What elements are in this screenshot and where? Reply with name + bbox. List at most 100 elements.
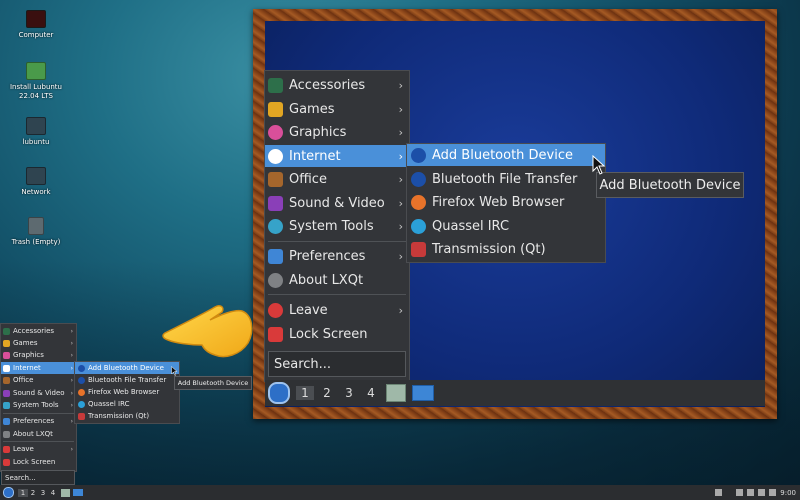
chevron-right-icon: › — [70, 445, 73, 453]
desktop-icon-home[interactable]: lubuntu — [1, 117, 71, 147]
desktop-icon-trash[interactable]: Trash (Empty) — [1, 217, 71, 247]
workspace-2[interactable]: 2 — [28, 489, 38, 497]
internet-submenu-zoomed: Add Bluetooth Device Bluetooth File Tran… — [406, 143, 606, 263]
volume-icon[interactable] — [769, 489, 777, 496]
graphics-icon — [268, 124, 283, 140]
menu-item-system-tools[interactable]: System Tools › — [1, 399, 76, 411]
menu-item-sound-video[interactable]: Sound & Video › — [265, 192, 409, 214]
menu-item-leave[interactable]: Leave › — [265, 299, 409, 321]
info-icon — [268, 272, 283, 288]
desktop-icon-install[interactable]: Install Lubuntu 22.04 LTS — [1, 62, 71, 101]
menu-item-system-tools[interactable]: System Tools › — [265, 215, 409, 237]
menu-item-label: Lock Screen — [289, 326, 368, 342]
submenu-item-label: Quassel IRC — [88, 400, 130, 408]
chevron-right-icon: › — [70, 327, 73, 335]
menu-item-games[interactable]: Games › — [1, 337, 76, 349]
network-icon[interactable] — [758, 489, 766, 496]
notification-icon[interactable] — [736, 489, 744, 496]
home-folder-icon — [26, 117, 46, 135]
file-manager-icon[interactable] — [61, 488, 70, 497]
menu-item-games[interactable]: Games › — [265, 98, 409, 120]
submenu-item-transmission[interactable]: Transmission (Qt) — [75, 410, 179, 422]
menu-item-label: Preferences — [13, 417, 55, 425]
workspace-3[interactable]: 3 — [38, 489, 48, 497]
menu-item-label: Preferences — [289, 248, 366, 264]
graphics-icon — [3, 351, 10, 359]
menu-item-label: Accessories — [289, 77, 366, 93]
menu-item-preferences[interactable]: Preferences › — [1, 415, 76, 427]
internet-icon — [3, 364, 10, 372]
bluetooth-icon — [78, 364, 85, 372]
menu-search-input[interactable]: Search... — [1, 470, 75, 485]
submenu-item-bluetooth-transfer[interactable]: Bluetooth File Transfer — [407, 168, 605, 190]
clock[interactable]: 9:00 — [780, 489, 796, 497]
submenu-item-label: Bluetooth File Transfer — [432, 171, 578, 187]
quassel-icon — [78, 400, 85, 408]
sound-video-icon — [3, 389, 10, 397]
lock-icon — [268, 326, 283, 342]
menu-item-preferences[interactable]: Preferences › — [265, 245, 409, 267]
chevron-right-icon: › — [398, 78, 403, 92]
menu-item-internet[interactable]: Internet › — [1, 362, 76, 374]
submenu-item-bluetooth-transfer[interactable]: Bluetooth File Transfer — [75, 374, 179, 386]
search-placeholder: Search... — [274, 356, 332, 372]
workspace-1[interactable]: 1 — [18, 488, 28, 497]
menu-item-label: Leave — [289, 302, 328, 318]
menu-separator — [3, 441, 74, 442]
start-menu-icon[interactable] — [268, 382, 290, 404]
clipboard-icon[interactable] — [747, 489, 755, 496]
monitor-icon — [26, 10, 46, 28]
menu-item-accessories[interactable]: Accessories › — [265, 74, 409, 96]
submenu-item-add-bluetooth[interactable]: Add Bluetooth Device — [407, 144, 605, 166]
desktop-icon-network[interactable]: Network — [1, 167, 71, 197]
menu-item-graphics[interactable]: Graphics › — [265, 121, 409, 143]
mouse-cursor-icon — [171, 366, 178, 376]
menu-item-label: Sound & Video — [13, 389, 65, 397]
menu-item-label: Graphics — [13, 351, 44, 359]
workspace-1[interactable]: 1 — [296, 386, 314, 400]
submenu-item-label: Add Bluetooth Device — [432, 147, 574, 163]
menu-item-accessories[interactable]: Accessories › — [1, 325, 76, 337]
tooltip-text: Add Bluetooth Device — [177, 379, 249, 387]
submenu-item-label: Firefox Web Browser — [88, 388, 160, 396]
internet-icon — [268, 148, 283, 164]
menu-item-sound-video[interactable]: Sound & Video › — [1, 387, 76, 399]
submenu-item-quassel[interactable]: Quassel IRC — [407, 215, 605, 237]
workspace-2[interactable]: 2 — [318, 386, 336, 400]
show-desktop-icon[interactable] — [412, 385, 434, 401]
power-icon — [3, 445, 10, 453]
menu-item-lock-screen[interactable]: Lock Screen — [265, 323, 409, 345]
internet-submenu: Add Bluetooth Device Bluetooth File Tran… — [74, 361, 180, 424]
chevron-right-icon: › — [398, 303, 403, 317]
workspace-4[interactable]: 4 — [48, 489, 58, 497]
menu-item-label: Games — [13, 339, 38, 347]
menu-item-about-lxqt[interactable]: About LXQt — [1, 428, 76, 440]
desktop-icon-computer[interactable]: Computer — [1, 10, 71, 40]
menu-item-lock-screen[interactable]: Lock Screen — [1, 456, 76, 468]
tray-icon[interactable] — [715, 489, 723, 496]
workspace-4[interactable]: 4 — [362, 386, 380, 400]
menu-item-about-lxqt[interactable]: About LXQt — [265, 269, 409, 291]
menu-search-input[interactable]: Search... — [268, 351, 406, 377]
menu-item-graphics[interactable]: Graphics › — [1, 349, 76, 361]
chevron-right-icon: › — [70, 417, 73, 425]
submenu-item-add-bluetooth[interactable]: Add Bluetooth Device — [75, 362, 179, 374]
menu-item-office[interactable]: Office › — [265, 168, 409, 190]
workspace-3[interactable]: 3 — [340, 386, 358, 400]
file-manager-icon[interactable] — [386, 384, 406, 402]
submenu-item-label: Add Bluetooth Device — [88, 364, 164, 372]
submenu-item-firefox[interactable]: Firefox Web Browser — [75, 386, 179, 398]
submenu-item-transmission[interactable]: Transmission (Qt) — [407, 238, 605, 260]
desktop-icon-label: Trash (Empty) — [11, 238, 61, 246]
menu-item-leave[interactable]: Leave › — [1, 443, 76, 455]
menu-item-internet[interactable]: Internet › — [265, 145, 409, 167]
menu-item-office[interactable]: Office › — [1, 374, 76, 386]
lock-icon — [3, 458, 10, 466]
show-desktop-icon[interactable] — [73, 489, 83, 496]
submenu-item-firefox[interactable]: Firefox Web Browser — [407, 191, 605, 213]
office-icon — [3, 376, 10, 384]
info-icon — [3, 430, 10, 438]
bluetooth-icon — [411, 171, 426, 187]
start-menu-icon[interactable] — [3, 487, 14, 498]
submenu-item-quassel[interactable]: Quassel IRC — [75, 398, 179, 410]
